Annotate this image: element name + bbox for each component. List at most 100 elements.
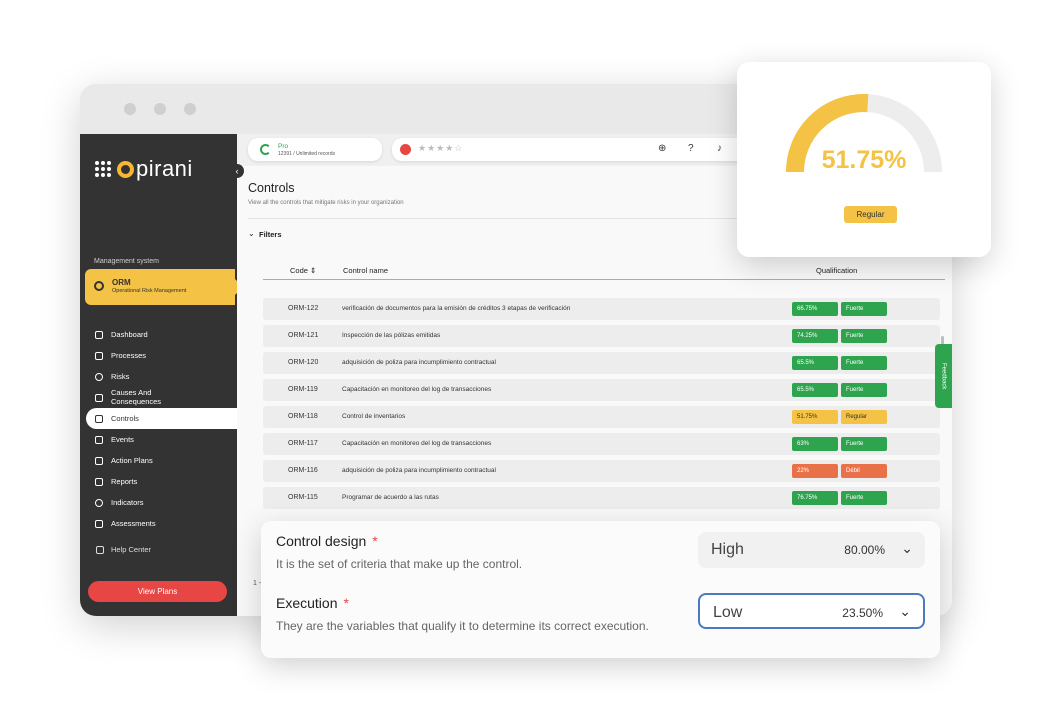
add-user-icon[interactable]: ⊕ <box>658 143 666 154</box>
apps-grid-icon[interactable] <box>95 161 111 177</box>
qualification-level-badge: Fuerte <box>841 356 887 370</box>
column-header-code[interactable]: Code ⇕ <box>290 266 316 275</box>
table-row[interactable]: ORM-120 adquisición de poliza para incum… <box>263 352 940 374</box>
warning-icon <box>95 435 103 444</box>
sidebar-item-label: Reports <box>111 477 138 486</box>
column-header-label: Code <box>290 266 308 275</box>
sidebar-item-risks[interactable]: Risks <box>80 366 237 387</box>
feedback-tab[interactable]: Feedback <box>935 344 952 408</box>
bell-icon[interactable]: ♪ <box>717 143 722 154</box>
qualification-percent-badge: 65.5% <box>792 383 838 397</box>
control-design-select[interactable]: High 80.00% ⌄ <box>698 532 925 568</box>
qualification-percent-badge: 51.75% <box>792 410 838 424</box>
sidebar-item-label: Causes And Consequences <box>111 388 162 406</box>
selected-level: Low <box>713 604 743 621</box>
execution-select[interactable]: Low 23.50% ⌄ <box>698 593 925 629</box>
header-underline <box>263 279 945 280</box>
control-code: ORM-122 <box>288 305 319 312</box>
help-center-label: Help Center <box>111 545 152 554</box>
qualification-level-badge: Regular <box>841 410 887 424</box>
module-subtitle: Operational Risk Management <box>112 288 187 294</box>
stage: pirani Management system ORM Operational… <box>0 0 1040 710</box>
qualification-percent-badge: 63% <box>792 437 838 451</box>
selected-percent: 80.00% <box>844 543 885 557</box>
table-row[interactable]: ORM-115 Programar de acuerdo a las rutas… <box>263 487 940 509</box>
control-design-description: It is the set of criteria that make up t… <box>276 557 523 571</box>
control-code: ORM-118 <box>288 413 318 420</box>
table-row[interactable]: ORM-119 Capacitación en monitoreo del lo… <box>263 379 940 401</box>
pirani-badge-icon[interactable] <box>400 144 411 155</box>
control-name: adquisición de poliza para incumplimient… <box>342 467 496 474</box>
control-name: adquisición de poliza para incumplimient… <box>342 359 496 366</box>
plan-records: 12391 / Unlimited records <box>278 151 335 157</box>
sidebar-item-events[interactable]: Events <box>80 429 237 450</box>
collapse-sidebar-icon[interactable]: ‹ <box>230 164 244 178</box>
table-row[interactable]: ORM-121 Inspección de las pólizas emitid… <box>263 325 940 347</box>
sidebar-item-controls[interactable]: Controls <box>86 408 237 429</box>
causes-icon <box>95 393 103 402</box>
control-code: ORM-121 <box>288 332 319 339</box>
module-selector-orm[interactable]: ORM Operational Risk Management <box>85 269 243 305</box>
processes-icon <box>95 351 103 360</box>
control-name: Control de inventarios <box>342 413 406 420</box>
crosshair-icon <box>95 498 103 507</box>
qualification-level-badge: Fuerte <box>841 383 887 397</box>
sidebar-item-reports[interactable]: Reports <box>80 471 237 492</box>
qualification-level-badge: Fuerte <box>841 437 887 451</box>
criteria-label: Execution <box>276 595 338 611</box>
sidebar-item-processes[interactable]: Processes <box>80 345 237 366</box>
sidebar-item-label: Indicators <box>111 498 144 507</box>
help-circle-icon[interactable]: ? <box>688 143 694 154</box>
chevron-down-icon[interactable]: ⌄ <box>248 229 255 238</box>
page-title: Controls <box>248 181 295 195</box>
plan-indicator[interactable]: Pro 12391 / Unlimited records <box>248 138 382 161</box>
sidebar-item-indicators[interactable]: Indicators <box>80 492 237 513</box>
table-row[interactable]: ORM-118 Control de inventarios 51.75% Re… <box>263 406 940 428</box>
table-row[interactable]: ORM-117 Capacitación en monitoreo del lo… <box>263 433 940 455</box>
page-subtitle: View all the controls that mitigate risk… <box>248 200 404 206</box>
rating-stars[interactable]: ★★★★☆ <box>418 143 463 154</box>
control-criteria-card: Control design * It is the set of criteri… <box>261 521 940 658</box>
selected-level: High <box>711 541 744 558</box>
sort-icon[interactable]: ⇕ <box>310 266 316 275</box>
sidebar-item-label: Action Plans <box>111 456 153 465</box>
column-header-name[interactable]: Control name <box>343 266 388 275</box>
sidebar-item-dashboard[interactable]: Dashboard <box>80 324 237 345</box>
sidebar-item-assessments[interactable]: Assessments <box>80 513 237 534</box>
qualification-level-badge: Fuerte <box>841 491 887 505</box>
sidebar-item-action-plans[interactable]: Action Plans <box>80 450 237 471</box>
sidebar: pirani Management system ORM Operational… <box>80 134 243 616</box>
table-row[interactable]: ORM-116 adquisición de poliza para incum… <box>263 460 940 482</box>
control-code: ORM-117 <box>288 440 318 447</box>
window-dot <box>184 103 196 115</box>
gauge-value: 51.75% <box>821 146 907 174</box>
view-plans-button[interactable]: View Plans <box>88 581 227 602</box>
plan-title: Pro <box>278 143 289 150</box>
required-marker: * <box>372 533 378 549</box>
pirani-logo[interactable]: pirani <box>95 156 193 182</box>
sidebar-item-label: Events <box>111 435 134 444</box>
qualification-level-badge: Fuerte <box>841 302 887 316</box>
sidebar-item-label: Controls <box>111 414 139 423</box>
filters-toggle[interactable]: Filters <box>259 230 282 239</box>
control-name: Programar de acuerdo a las rutas <box>342 494 439 501</box>
column-header-qualification[interactable]: Qualification <box>816 266 857 275</box>
window-dot <box>154 103 166 115</box>
monitor-icon <box>95 330 103 339</box>
sidebar-nav: Dashboard Processes Risks Causes And Con… <box>80 324 237 534</box>
required-marker: * <box>343 595 349 611</box>
help-center-link[interactable]: Help Center <box>96 545 151 554</box>
assessment-icon <box>95 519 103 528</box>
control-name: Capacitación en monitoreo del log de tra… <box>342 386 492 393</box>
qualification-percent-badge: 74.25% <box>792 329 838 343</box>
qualification-gauge-card: 51.75% Regular <box>737 62 991 257</box>
control-code: ORM-116 <box>288 467 318 474</box>
table-row[interactable]: ORM-122 verificación de documentos para … <box>263 298 940 320</box>
sliders-icon <box>95 414 103 423</box>
control-code: ORM-120 <box>288 359 319 366</box>
qualification-percent-badge: 76.75% <box>792 491 838 505</box>
control-name: Inspección de las pólizas emitidas <box>342 332 441 339</box>
selected-percent: 23.50% <box>842 606 883 620</box>
control-code: ORM-119 <box>288 386 318 393</box>
sidebar-item-causes[interactable]: Causes And Consequences <box>80 387 237 408</box>
